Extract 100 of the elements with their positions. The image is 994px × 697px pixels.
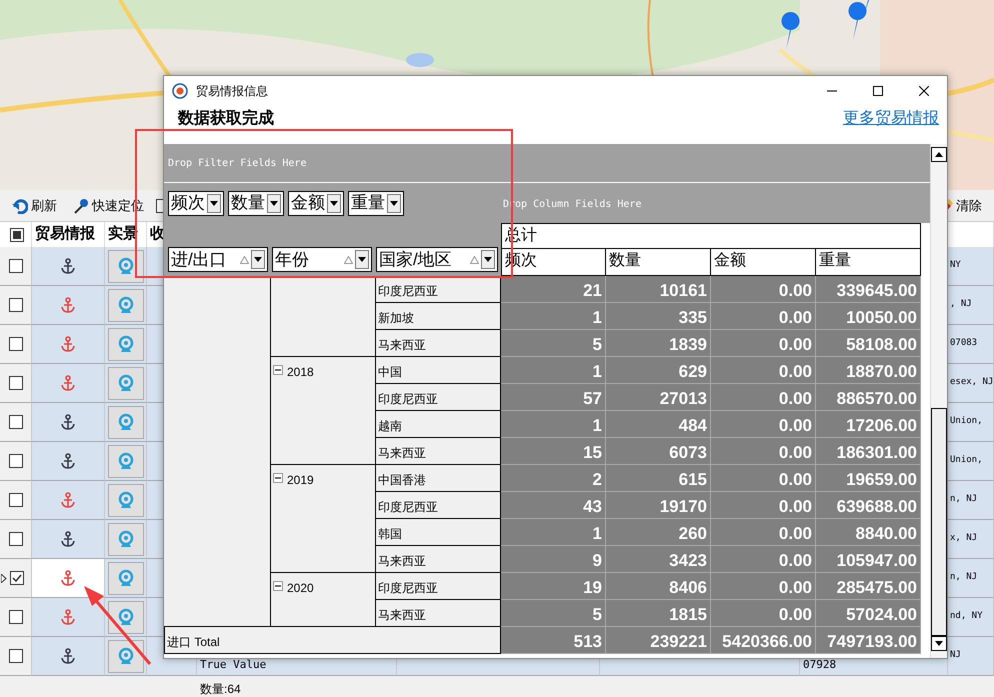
row-checkbox[interactable] — [8, 493, 22, 507]
value-cell: 1 — [501, 519, 606, 546]
data-field-button[interactable]: 频次 — [168, 190, 224, 216]
value-cell: 10161 — [606, 276, 711, 303]
value-cell: 0.00 — [711, 330, 816, 357]
row-checkbox[interactable] — [8, 415, 22, 429]
anchor-icon[interactable] — [60, 570, 76, 586]
value-cell: 19 — [501, 573, 606, 600]
value-cell: 19170 — [606, 492, 711, 519]
address-text: 07083 — [950, 337, 978, 350]
value-cell: 0.00 — [711, 546, 816, 573]
total-cell: 513 — [501, 627, 606, 654]
scroll-down-button[interactable] — [931, 636, 947, 651]
collapse-icon[interactable] — [273, 581, 283, 591]
value-cell: 339645.00 — [816, 276, 921, 303]
anchor-icon[interactable] — [60, 414, 76, 430]
anchor-icon[interactable] — [60, 530, 76, 548]
value-cell: 0.00 — [711, 276, 816, 303]
row-checkbox[interactable] — [10, 571, 24, 585]
value-cell: 0.00 — [711, 519, 816, 546]
window-title: 贸易情报信息 — [196, 83, 269, 100]
value-cell: 9 — [501, 546, 606, 573]
country-label: 印度尼西亚 — [378, 284, 438, 298]
value-cell: 58108.00 — [816, 330, 921, 357]
row-checkbox[interactable] — [8, 259, 22, 273]
sort-icon — [344, 256, 353, 264]
webcam-icon — [116, 491, 134, 509]
row-checkbox[interactable] — [8, 298, 22, 312]
row-field-button[interactable]: 国家/地区 — [376, 247, 498, 272]
country-label: 越南 — [378, 419, 402, 433]
address-text: n, NJ — [950, 571, 978, 584]
record-count: 数量:64 — [200, 682, 241, 696]
column-header: 重量 — [816, 249, 921, 276]
data-field-button[interactable]: 金额 — [288, 190, 344, 216]
data-field-button[interactable]: 重量 — [348, 190, 404, 216]
country-label: 印度尼西亚 — [378, 500, 438, 514]
total-cell: 5420366.00 — [711, 627, 816, 654]
address-text: Union, — [950, 415, 983, 428]
collapse-icon[interactable] — [273, 365, 283, 375]
anchor-icon[interactable] — [60, 452, 76, 470]
column-header: 金额 — [711, 249, 816, 276]
value-cell: 1 — [501, 411, 606, 438]
value-cell: 43 — [501, 492, 606, 519]
value-cell: 0.00 — [711, 411, 816, 438]
collapse-icon[interactable] — [273, 473, 283, 483]
value-cell: 18870.00 — [816, 357, 921, 384]
anchor-icon[interactable] — [60, 258, 76, 274]
total-label: 进口 Total — [167, 635, 220, 649]
value-cell: 0.00 — [711, 384, 816, 411]
row-checkbox[interactable] — [8, 649, 22, 663]
anchor-icon[interactable] — [60, 648, 76, 664]
value-cell: 5 — [501, 330, 606, 357]
column-header[interactable]: 贸易情报 — [32, 222, 105, 247]
year-label: 2020 — [287, 580, 314, 597]
country-label: 中国香港 — [378, 473, 426, 487]
value-cell: 57 — [501, 384, 606, 411]
dropdown-icon — [358, 257, 366, 262]
value-cell: 0.00 — [711, 465, 816, 492]
check-icon — [12, 574, 22, 582]
row-checkbox[interactable] — [8, 454, 22, 468]
pin-icon — [73, 198, 89, 214]
value-cell: 2 — [501, 465, 606, 492]
scrollbar-thumb[interactable] — [931, 408, 947, 636]
row-checkbox[interactable] — [8, 610, 22, 624]
row-checkbox[interactable] — [8, 337, 22, 351]
address-text: x, NJ — [950, 532, 978, 546]
up-arrow-icon — [935, 152, 943, 157]
status-message: 数据获取完成 — [178, 108, 274, 129]
address-text: NJ — [950, 649, 961, 662]
value-cell: 186301.00 — [816, 438, 921, 465]
address-text: , NJ — [950, 298, 972, 312]
select-all-checkbox[interactable] — [10, 228, 24, 242]
filter-drop-hint: Drop Filter Fields Here — [168, 156, 306, 170]
value-cell: 0.00 — [711, 438, 816, 465]
address-text: esex, NJ — [950, 376, 994, 390]
value-cell: 0.00 — [711, 573, 816, 600]
value-cell: 6073 — [606, 438, 711, 465]
value-cell: 15 — [501, 438, 606, 465]
value-cell: 0.00 — [711, 357, 816, 384]
row-field-button[interactable]: 进/出口 — [168, 247, 268, 272]
value-cell: 1 — [501, 303, 606, 330]
data-field-button[interactable]: 数量 — [228, 190, 284, 216]
value-cell: 615 — [606, 465, 711, 492]
row-field-button[interactable]: 年份 — [272, 247, 372, 272]
row-checkbox[interactable] — [8, 376, 22, 390]
value-cell: 57024.00 — [816, 600, 921, 627]
zip-code-text: 07928 — [803, 656, 836, 672]
value-cell: 1839 — [606, 330, 711, 357]
value-cell: 27013 — [606, 384, 711, 411]
app-icon — [172, 83, 188, 99]
more-link[interactable]: 更多贸易情报 — [843, 107, 939, 131]
value-cell: 5 — [501, 600, 606, 627]
refresh-button[interactable]: 刷新 — [8, 196, 61, 216]
value-cell: 105947.00 — [816, 546, 921, 573]
value-cell: 1815 — [606, 600, 711, 627]
scroll-up-button[interactable] — [931, 147, 947, 162]
down-arrow-icon — [935, 641, 943, 646]
row-checkbox[interactable] — [8, 532, 22, 546]
value-cell: 21 — [501, 276, 606, 303]
address-text: Union, — [950, 454, 983, 468]
